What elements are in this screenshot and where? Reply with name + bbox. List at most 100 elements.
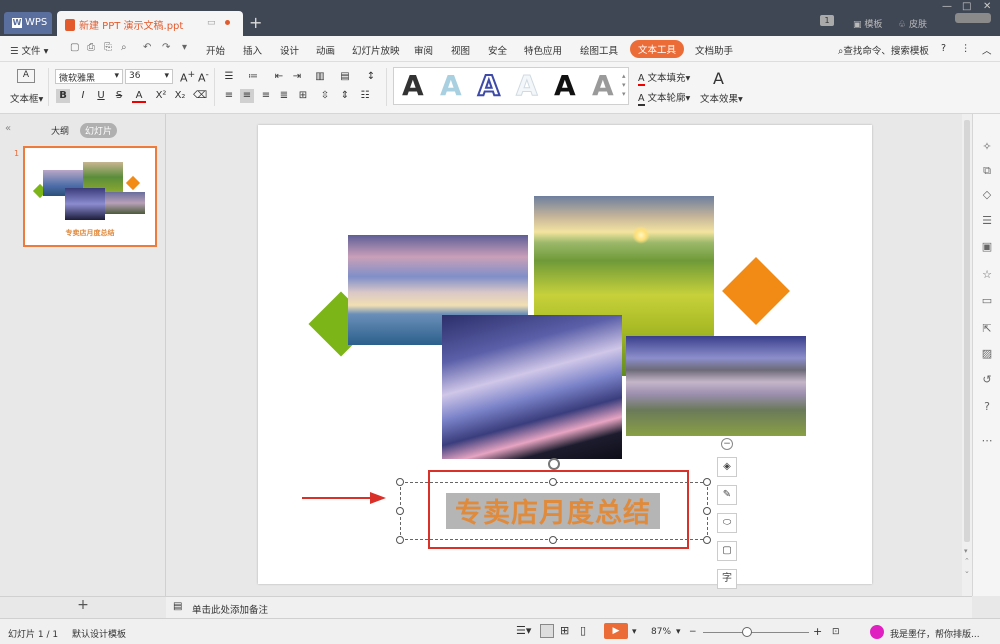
play-slideshow-button[interactable]: ▶	[604, 623, 628, 639]
resize-handle-tl[interactable]	[396, 478, 404, 486]
preview-icon[interactable]: ⌕	[121, 42, 127, 53]
menu-slideshow[interactable]: 幻灯片放映	[352, 43, 400, 57]
decrease-indent-icon[interactable]: ⇤	[272, 70, 286, 84]
text-outline-button[interactable]: A 文本轮廓▾	[638, 90, 690, 106]
more-tools-icon[interactable]: ⋯	[980, 434, 994, 448]
vertical-align-icon[interactable]: ⇳	[318, 89, 332, 103]
add-slide-button[interactable]: +	[0, 596, 166, 618]
star-icon[interactable]: ☆	[980, 268, 994, 282]
border-icon[interactable]: ▢	[717, 541, 737, 561]
slide-title[interactable]: 专卖店月度总结	[446, 491, 660, 530]
skin-button[interactable]: ♧ 皮肤	[898, 17, 927, 30]
numbered-list-icon[interactable]: ≔	[246, 70, 260, 84]
properties-icon[interactable]: ☰	[980, 214, 994, 228]
user-avatar[interactable]	[955, 13, 991, 23]
italic-button[interactable]: I	[76, 89, 90, 103]
slide-thumbnail[interactable]: 专卖店月度总结	[23, 146, 157, 247]
increase-font-icon[interactable]: A+	[180, 69, 195, 85]
help-circle-icon[interactable]: ?	[980, 400, 994, 414]
undo-icon[interactable]: ↶	[143, 42, 151, 53]
menu-home[interactable]: 开始	[206, 43, 225, 57]
zoom-slider-track[interactable]	[703, 632, 809, 633]
justify-icon[interactable]: ≣	[277, 89, 291, 103]
text-style-5[interactable]: A	[554, 69, 576, 102]
text-style-3[interactable]: A	[477, 68, 501, 103]
collapse-toolbar-icon[interactable]: −	[721, 438, 733, 450]
print-icon[interactable]: ⎙	[87, 42, 95, 53]
minimize-icon[interactable]: —	[942, 1, 952, 12]
maximize-icon[interactable]: □	[962, 1, 971, 12]
zoom-level[interactable]: 87%	[651, 627, 671, 637]
orange-diamond-shape[interactable]	[722, 257, 790, 325]
resize-handle-tr[interactable]	[703, 478, 711, 486]
help-icon[interactable]: ?	[941, 43, 946, 54]
align-left-icon[interactable]: ≡	[222, 89, 236, 103]
superscript-button[interactable]: X²	[154, 89, 168, 103]
strikethrough-button[interactable]: S	[112, 89, 126, 103]
zoom-out-icon[interactable]: −	[689, 627, 697, 637]
notes-pane[interactable]: ▤ 单击此处添加备注	[166, 596, 972, 618]
zoom-in-icon[interactable]: +	[813, 625, 822, 638]
slide[interactable]: 专卖店月度总结	[258, 125, 872, 584]
font-size-select[interactable]: 36 ▾	[125, 69, 173, 84]
font-color-button[interactable]: A	[132, 89, 146, 103]
reading-view-icon[interactable]: ▯	[580, 624, 586, 637]
box-icon[interactable]: ▭	[980, 294, 994, 308]
redo-icon[interactable]: ↷	[162, 42, 170, 53]
subscript-button[interactable]: X₂	[173, 89, 187, 103]
text-char-icon[interactable]: 字	[717, 569, 737, 589]
resize-handle-r[interactable]	[703, 507, 711, 515]
layers-icon[interactable]: ◈	[717, 457, 737, 477]
fill-bucket-icon[interactable]: ⬭	[717, 513, 737, 533]
menu-insert[interactable]: 插入	[243, 43, 262, 57]
zoom-options-icon[interactable]: ▾	[676, 627, 681, 637]
shapes-icon[interactable]: ◇	[980, 188, 994, 202]
clear-format-icon[interactable]: ⌫	[193, 89, 207, 103]
sorter-view-icon[interactable]: ⊞	[560, 624, 569, 637]
text-style-4[interactable]: A	[516, 69, 539, 103]
image-mountain-lake[interactable]	[626, 336, 806, 436]
bold-button[interactable]: B	[56, 89, 70, 103]
resize-handle-l[interactable]	[396, 507, 404, 515]
resize-handle-b[interactable]	[549, 536, 557, 544]
collapse-panel-icon[interactable]: «	[5, 123, 11, 134]
menu-drawing-tools[interactable]: 绘图工具	[580, 43, 618, 57]
style-gallery-scroll[interactable]: ▴ ▾ ▾	[622, 72, 626, 99]
command-search[interactable]: ⌕查找命令、搜索模板	[838, 43, 929, 57]
menu-text-tools[interactable]: 文本工具	[630, 40, 685, 58]
rotate-handle-icon[interactable]	[548, 458, 560, 470]
menu-review[interactable]: 审阅	[414, 43, 433, 57]
menu-security[interactable]: 安全	[488, 43, 507, 57]
normal-view-icon[interactable]	[540, 624, 554, 638]
font-name-select[interactable]: 微软雅黑 ▾	[55, 69, 123, 84]
gallery-icon[interactable]: ▣	[980, 240, 994, 254]
notes-toggle-icon[interactable]: ☰▾	[516, 624, 531, 637]
scroll-page-arrows[interactable]: ▾ ⌃ ⌄	[964, 546, 970, 576]
menu-view[interactable]: 视图	[451, 43, 470, 57]
share-icon[interactable]: ⇱	[980, 322, 994, 336]
text-format-more-icon[interactable]: ☷	[358, 89, 372, 103]
text-style-2[interactable]: A	[440, 69, 462, 102]
assistant-message[interactable]: 我是墨仔，帮你排版...	[890, 627, 980, 640]
align-right-icon[interactable]: ≡	[259, 89, 273, 103]
line-spacing-icon[interactable]: ↕	[364, 70, 378, 84]
play-options-icon[interactable]: ▾	[632, 627, 637, 637]
resize-handle-bl[interactable]	[396, 536, 404, 544]
export-pdf-icon[interactable]: ⎘	[104, 42, 112, 53]
resize-handle-t[interactable]	[549, 478, 557, 486]
tab-slides[interactable]: 幻灯片	[80, 123, 118, 138]
file-menu[interactable]: ☰ 文件 ▾	[10, 43, 48, 57]
menu-doc-assistant[interactable]: 文档助手	[695, 43, 733, 57]
quick-access-more-icon[interactable]: ▾	[182, 42, 187, 53]
menu-design[interactable]: 设计	[280, 43, 299, 57]
close-icon[interactable]: ✕	[983, 1, 991, 12]
text-style-6[interactable]: A	[592, 69, 614, 102]
document-tab[interactable]: 新建 PPT 演示文稿.ppt ▭	[57, 11, 243, 36]
duplicate-icon[interactable]: ⧉	[980, 164, 994, 178]
history-icon[interactable]: ↺	[980, 373, 994, 387]
save-icon[interactable]: ▢	[70, 42, 79, 53]
text-style-1[interactable]: A	[402, 69, 424, 102]
bullet-list-icon[interactable]: ☰	[222, 70, 236, 84]
template-button[interactable]: ▣ 模板	[853, 17, 882, 30]
text-effect-button[interactable]: 文本效果▾	[700, 91, 743, 105]
